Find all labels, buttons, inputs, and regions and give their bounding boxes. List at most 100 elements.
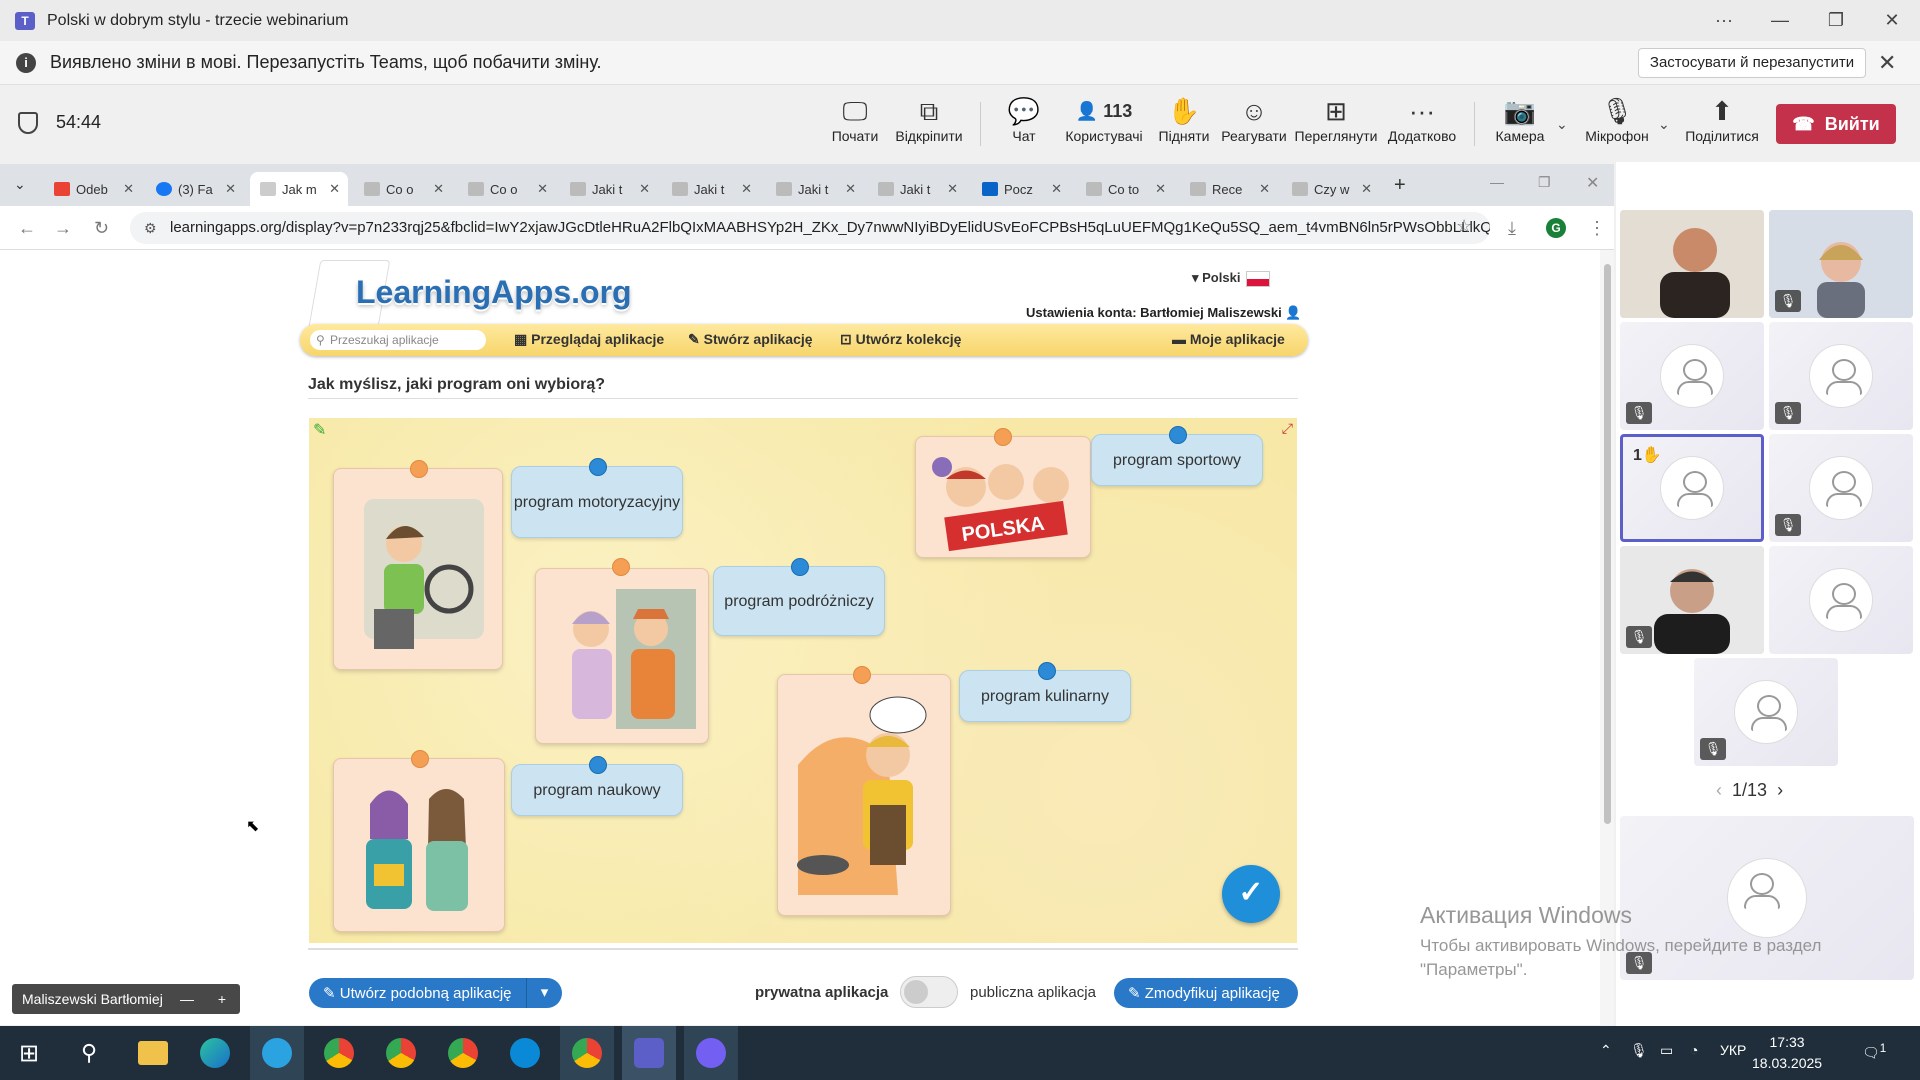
unpin-button[interactable]: ⧉ Відкріпити bbox=[892, 94, 966, 158]
close-tab-icon[interactable]: ✕ bbox=[537, 181, 548, 197]
share-button[interactable]: ⬆ Поділитися bbox=[1684, 94, 1760, 158]
close-tab-icon[interactable]: ✕ bbox=[1051, 181, 1062, 197]
start-button[interactable]: 🖵 Почати bbox=[826, 94, 884, 158]
viber-icon[interactable] bbox=[684, 1026, 738, 1080]
file-explorer-icon[interactable] bbox=[126, 1026, 180, 1080]
label-moto[interactable]: program motoryzacyjny bbox=[511, 466, 683, 538]
input-language[interactable]: УКР bbox=[1720, 1042, 1746, 1058]
participant-tile[interactable]: 🎙 bbox=[1620, 322, 1764, 430]
back-arrow-icon[interactable]: ← bbox=[18, 218, 36, 239]
chrome-profile-icon[interactable] bbox=[436, 1026, 490, 1080]
image-card-scientists[interactable] bbox=[333, 758, 505, 932]
plus-icon[interactable]: + bbox=[218, 984, 226, 1014]
bookmark-star-icon[interactable]: ☆ bbox=[1456, 216, 1472, 237]
battery-icon[interactable]: ▭ bbox=[1660, 1042, 1673, 1059]
tab-list-chevron-icon[interactable]: ⌄ bbox=[14, 176, 26, 193]
next-page-icon[interactable]: › bbox=[1777, 780, 1783, 800]
profile-avatar[interactable]: G bbox=[1546, 218, 1566, 238]
mic-options-chevron-icon[interactable]: ⌄ bbox=[1658, 116, 1670, 133]
participant-tile[interactable]: 🎙 bbox=[1694, 658, 1838, 766]
close-tab-icon[interactable]: ✕ bbox=[1155, 181, 1166, 197]
image-card-fans[interactable]: POLSKA bbox=[915, 436, 1091, 558]
visibility-toggle[interactable] bbox=[900, 976, 958, 1008]
close-tab-icon[interactable]: ✕ bbox=[845, 181, 856, 197]
download-icon[interactable]: ⤓ bbox=[1508, 218, 1516, 239]
mic-button[interactable]: 🎙 Мікрофон bbox=[1582, 94, 1652, 158]
browser-tab[interactable]: Co to ✕ bbox=[1076, 172, 1174, 206]
chat-button[interactable]: 💬 Чат bbox=[1004, 94, 1044, 158]
close-tab-icon[interactable]: ✕ bbox=[947, 181, 958, 197]
participant-tile-raised-hand[interactable]: 1✋ bbox=[1620, 434, 1764, 542]
close-tab-icon[interactable]: ✕ bbox=[123, 181, 134, 197]
skype-icon[interactable] bbox=[498, 1026, 552, 1080]
browser-close-icon[interactable]: ✕ bbox=[1586, 173, 1599, 193]
browser-tab[interactable]: Rece ✕ bbox=[1180, 172, 1278, 206]
browser-menu-icon[interactable]: ⋮ bbox=[1588, 218, 1606, 239]
participant-tile[interactable]: 🎙 bbox=[1769, 434, 1913, 542]
view-button[interactable]: ⊞ Переглянути bbox=[1294, 94, 1378, 158]
telegram-icon[interactable] bbox=[250, 1026, 304, 1080]
tray-expand-icon[interactable]: ⌃ bbox=[1600, 1042, 1612, 1059]
browse-apps-link[interactable]: ▦ Przeglądaj aplikacje bbox=[514, 331, 664, 348]
modify-app-button[interactable]: ✎ Zmodyfikuj aplikację bbox=[1114, 978, 1298, 1008]
close-tab-icon[interactable]: ✕ bbox=[329, 181, 340, 197]
label-travel[interactable]: program podróżniczy bbox=[713, 566, 885, 636]
chrome-active-icon[interactable] bbox=[560, 1026, 614, 1080]
learningapps-logo[interactable]: LearningApps.org bbox=[356, 274, 632, 311]
search-icon[interactable]: ⚲ bbox=[62, 1026, 116, 1080]
leave-button[interactable]: ☎ Вийти bbox=[1776, 104, 1896, 144]
notifications-icon[interactable]: 🗨1 bbox=[1862, 1042, 1886, 1062]
browser-maximize-icon[interactable]: ❐ bbox=[1538, 174, 1551, 191]
close-tab-icon[interactable]: ✕ bbox=[1361, 181, 1372, 197]
browser-minimize-icon[interactable]: — bbox=[1490, 174, 1504, 190]
fullscreen-icon[interactable]: ⤢ bbox=[1282, 420, 1293, 437]
more-button[interactable]: ··· Додатково bbox=[1384, 94, 1460, 158]
close-tab-icon[interactable]: ✕ bbox=[741, 181, 752, 197]
image-card-driver[interactable] bbox=[333, 468, 503, 670]
apply-restart-button[interactable]: Застосувати й перезапустити bbox=[1638, 48, 1866, 78]
participant-tile[interactable] bbox=[1769, 546, 1913, 654]
participant-video-tile[interactable]: 🎙 bbox=[1769, 210, 1913, 318]
edit-app-icon[interactable]: ✎ bbox=[313, 420, 326, 440]
close-tab-icon[interactable]: ✕ bbox=[433, 181, 444, 197]
participant-tile[interactable]: 🎙 bbox=[1769, 322, 1913, 430]
dropdown-chevron-icon[interactable]: ▾ bbox=[526, 978, 562, 1008]
browser-tab[interactable]: Odeb ✕ bbox=[44, 172, 142, 206]
teams-taskbar-icon[interactable] bbox=[622, 1026, 676, 1080]
image-card-travelers[interactable] bbox=[535, 568, 709, 744]
close-tab-icon[interactable]: ✕ bbox=[225, 181, 236, 197]
create-collection-link[interactable]: ⊡ Utwórz kolekcję bbox=[840, 331, 961, 348]
tray-mic-icon[interactable]: 🎙 bbox=[1630, 1042, 1648, 1059]
browser-tab[interactable]: Jaki t ✕ bbox=[868, 172, 966, 206]
browser-tab[interactable]: Jaki t ✕ bbox=[662, 172, 760, 206]
account-settings-link[interactable]: Ustawienia konta: Bartłomiej Maliszewski… bbox=[1026, 305, 1302, 321]
browser-tab[interactable]: Jaki t ✕ bbox=[560, 172, 658, 206]
minimize-button[interactable]: — bbox=[1752, 0, 1808, 41]
site-info-icon[interactable]: ⚙ bbox=[144, 212, 157, 244]
browser-tab[interactable]: Pocz ✕ bbox=[972, 172, 1070, 206]
search-input[interactable]: ⚲ Przeszukaj aplikacje bbox=[310, 330, 486, 350]
start-menu-icon[interactable]: ⊞ bbox=[2, 1026, 56, 1080]
image-card-cook[interactable] bbox=[777, 674, 951, 916]
chrome-icon[interactable] bbox=[312, 1026, 366, 1080]
new-tab-plus-icon[interactable]: + bbox=[1394, 174, 1406, 197]
users-button[interactable]: 👤 113 Користувачі bbox=[1062, 94, 1146, 158]
prev-page-icon[interactable]: ‹ bbox=[1716, 780, 1722, 800]
minus-icon[interactable]: — bbox=[180, 984, 194, 1014]
language-selector[interactable]: ▾ Polski bbox=[1192, 270, 1271, 287]
browser-tab-active[interactable]: Jak m ✕ bbox=[250, 172, 348, 206]
check-answers-button[interactable]: ✓ bbox=[1222, 865, 1280, 923]
create-app-link[interactable]: ✎ Stwórz aplikację bbox=[688, 331, 813, 348]
close-tab-icon[interactable]: ✕ bbox=[639, 181, 650, 197]
maximize-button[interactable]: ❐ bbox=[1808, 0, 1864, 41]
browser-tab[interactable]: Co o ✕ bbox=[354, 172, 452, 206]
browser-tab[interactable]: Co o ✕ bbox=[458, 172, 556, 206]
participant-video-tile[interactable] bbox=[1620, 210, 1764, 318]
reload-icon[interactable]: ↻ bbox=[94, 218, 109, 239]
url-field[interactable]: ⚙ learningapps.org/display?v=p7n233rqj25… bbox=[130, 212, 1490, 244]
scroll-thumb[interactable] bbox=[1604, 264, 1611, 824]
close-notice-icon[interactable]: ✕ bbox=[1878, 50, 1896, 76]
browser-tab[interactable]: Czy w ✕ bbox=[1282, 172, 1380, 206]
camera-button[interactable]: 📷 Камера bbox=[1490, 94, 1550, 158]
close-tab-icon[interactable]: ✕ bbox=[1259, 181, 1270, 197]
